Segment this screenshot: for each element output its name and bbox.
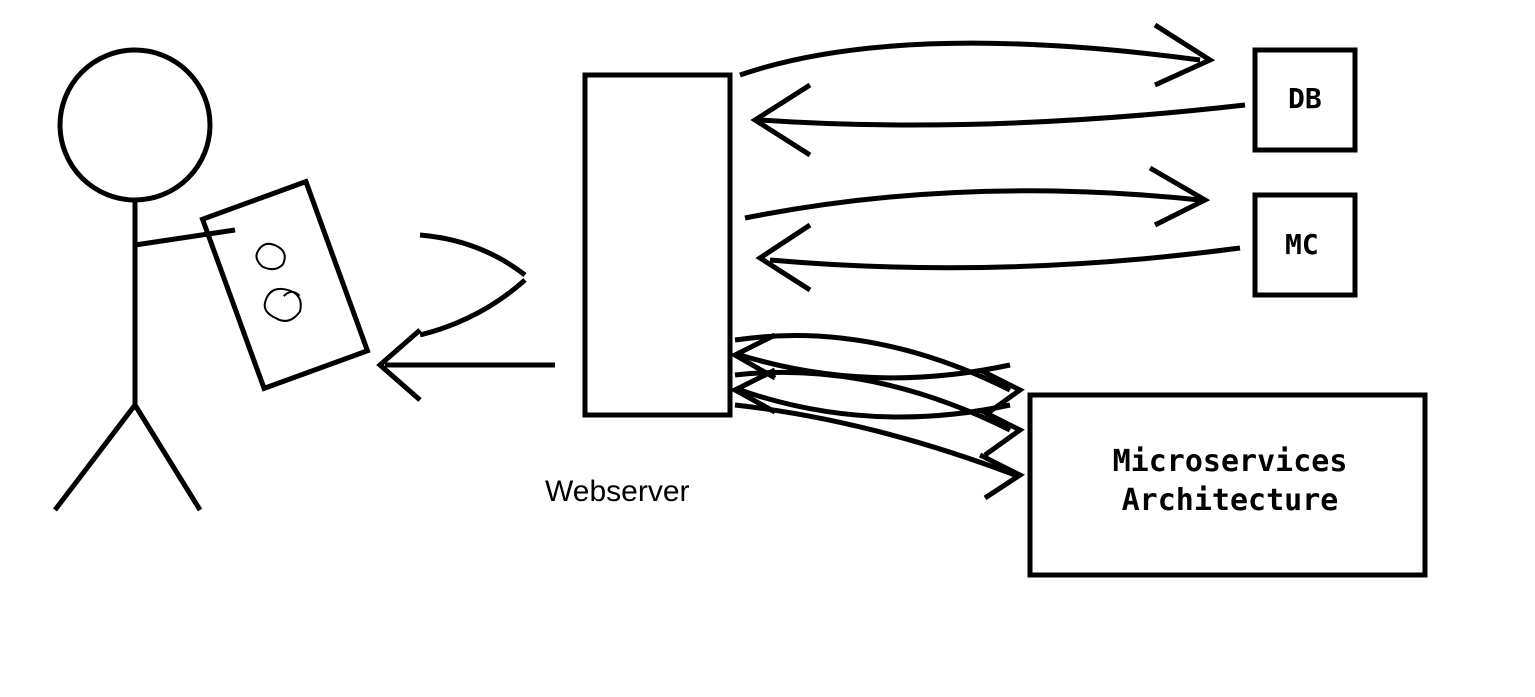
arrow-mc-to-webserver — [760, 225, 1240, 290]
arrow-webserver-to-mc — [745, 168, 1205, 225]
webserver-box — [585, 75, 730, 415]
user-head-icon — [60, 50, 210, 200]
arrow-webserver-to-user — [380, 330, 555, 400]
mc-label: MC — [1285, 228, 1319, 261]
db-label: DB — [1288, 82, 1322, 115]
arrow-user-to-webserver — [420, 235, 525, 335]
user-arm — [135, 230, 235, 245]
microservices-label: Microservices Architecture — [1095, 442, 1365, 520]
phone-icon — [203, 182, 368, 389]
user-leg-right — [135, 405, 200, 510]
microservices-label-line2: Architecture — [1122, 483, 1339, 518]
arrow-db-to-webserver — [755, 85, 1245, 155]
user-leg-left — [55, 405, 135, 510]
arrow-webserver-to-db — [740, 25, 1210, 85]
microservices-label-line1: Microservices — [1113, 444, 1348, 479]
webserver-label: Webserver — [545, 475, 690, 509]
arrows-webserver-microservices — [735, 335, 1020, 498]
